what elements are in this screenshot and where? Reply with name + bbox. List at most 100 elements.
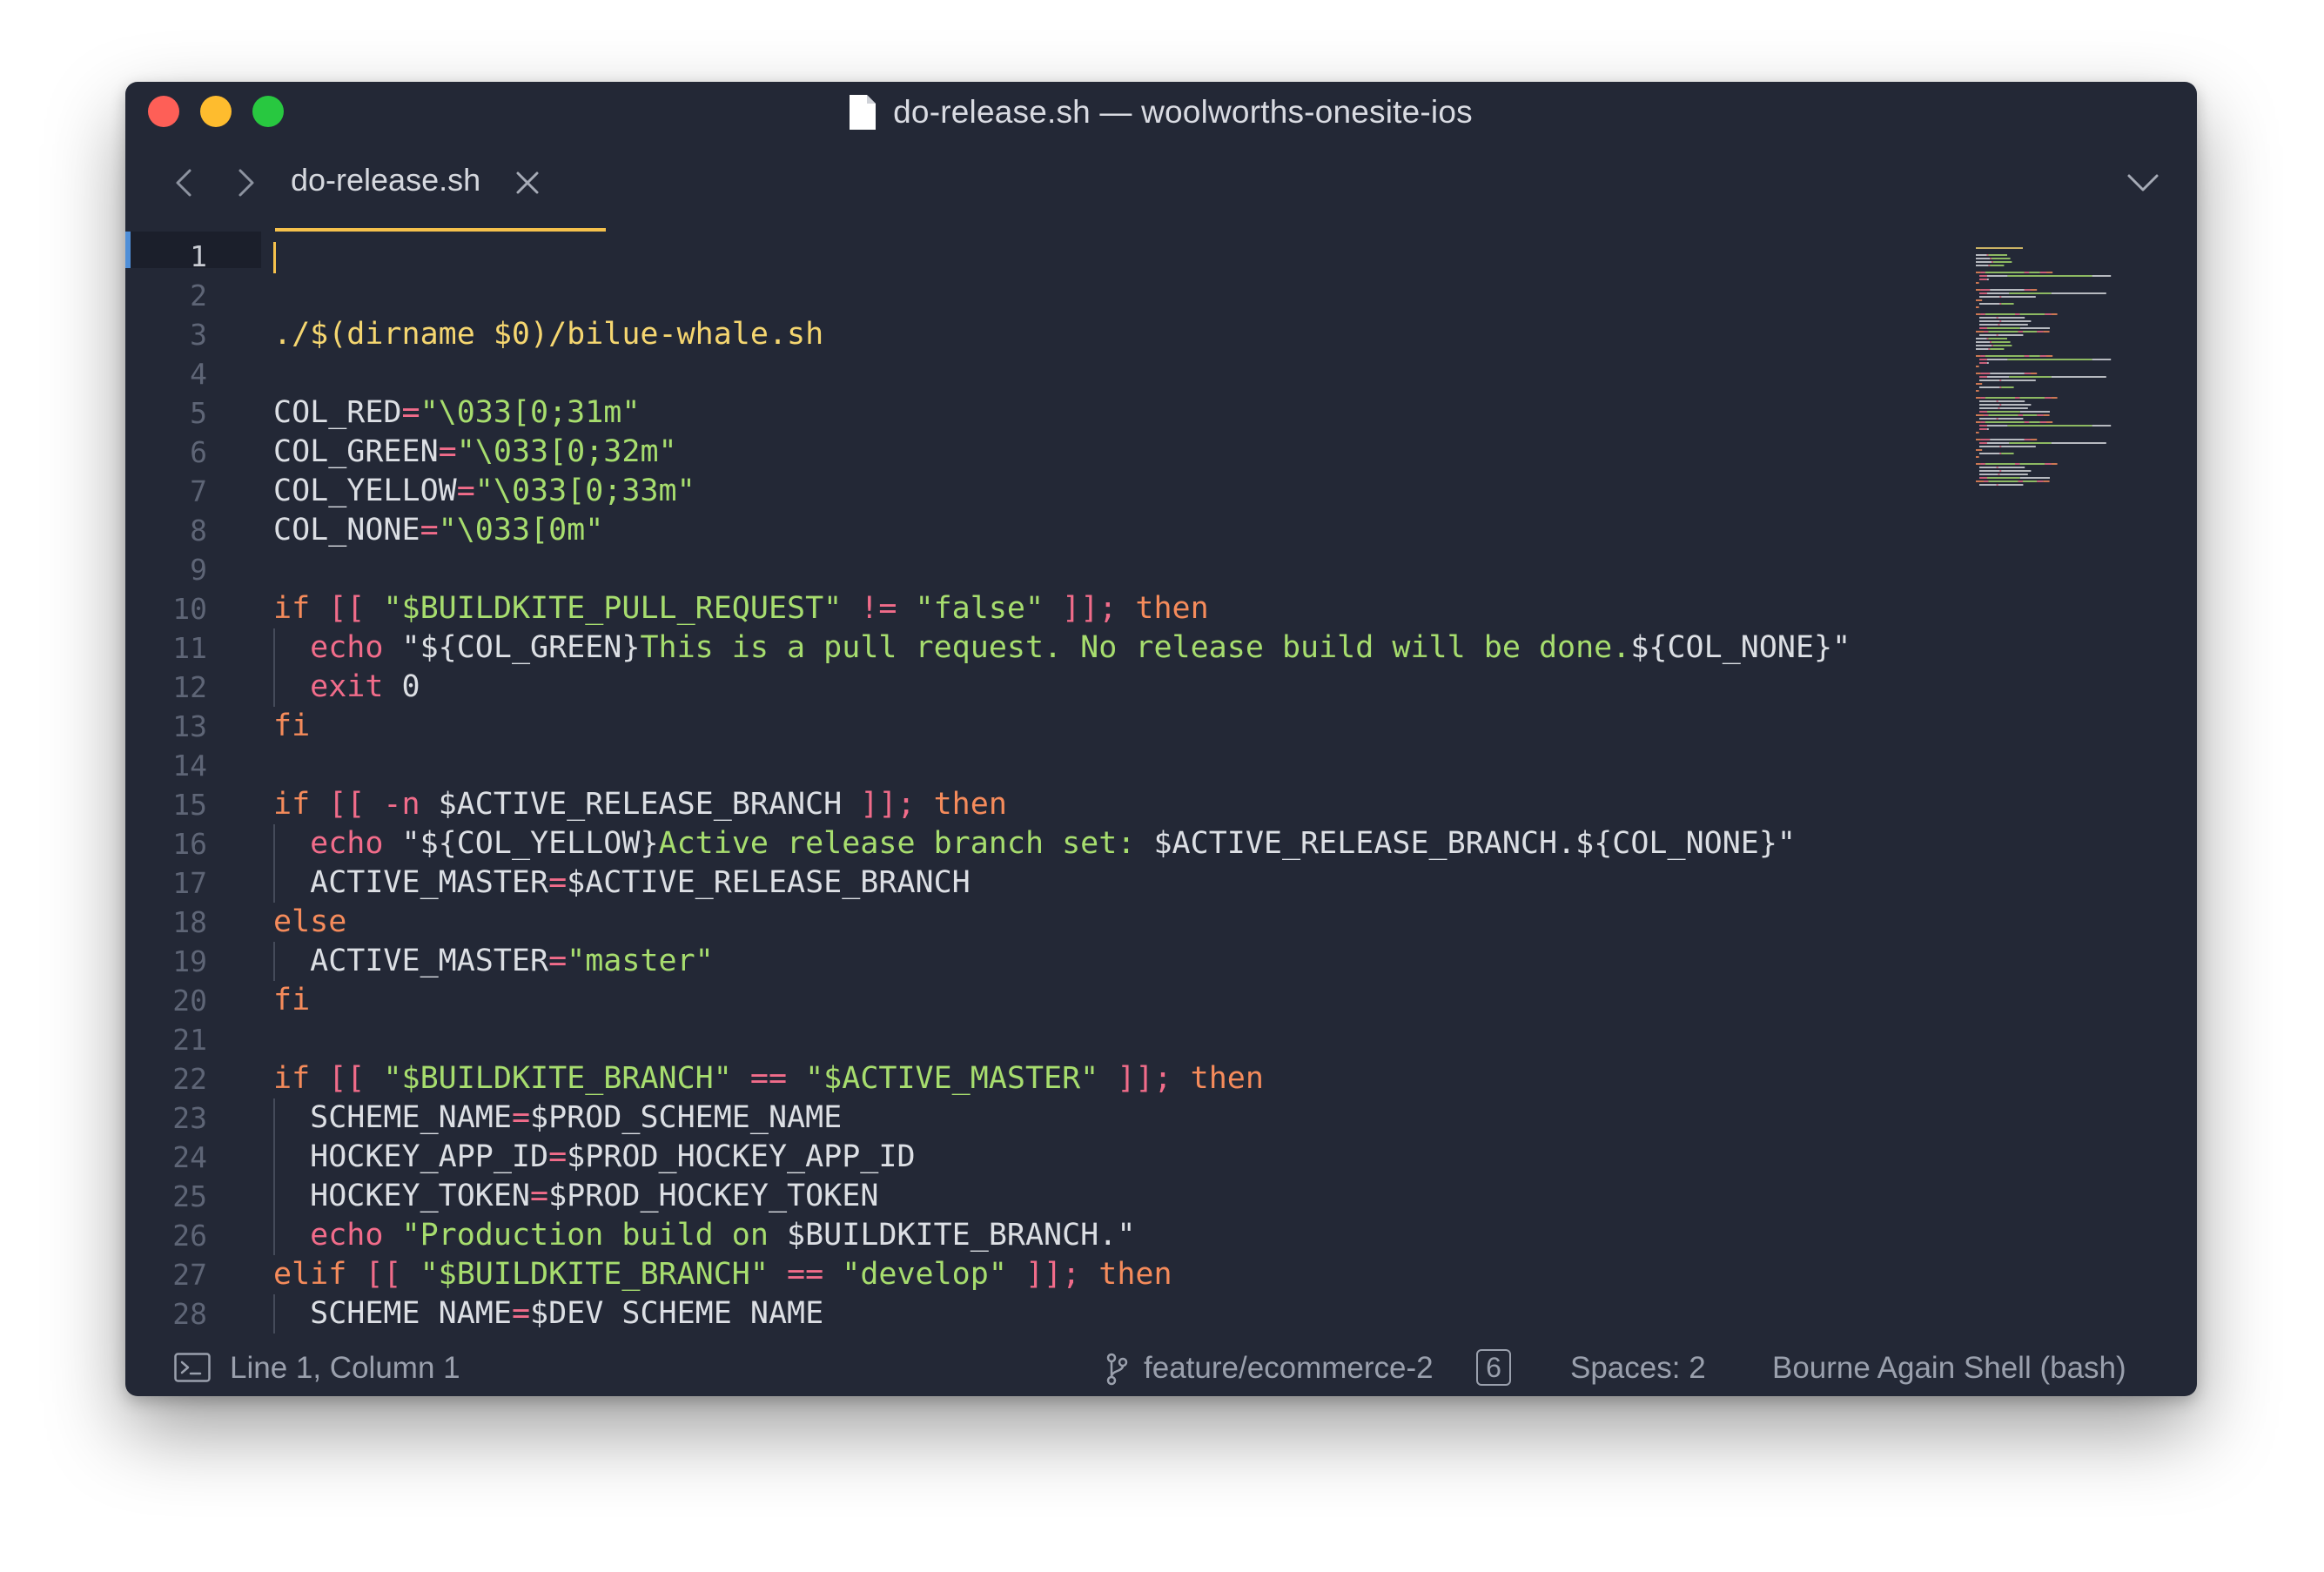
- chevron-down-icon[interactable]: [2124, 169, 2162, 197]
- minimap-segment: [1976, 355, 1981, 357]
- line-number: 21: [172, 1023, 207, 1057]
- code-line[interactable]: 27 elif [[ "$BUILDKITE_BRANCH" == "develo…: [125, 1255, 1953, 1294]
- file-icon: [850, 95, 877, 130]
- minimap-segment: [1998, 474, 2000, 475]
- code-line[interactable]: 25 HOCKEY_TOKEN=$PROD_HOCKEY_TOKEN: [125, 1177, 1953, 1216]
- minimap-segment: [1976, 421, 1981, 423]
- minimap-segment: [1979, 442, 1987, 444]
- code-token: Active release branch set:: [658, 826, 1154, 861]
- minimap-segment: [2001, 303, 2014, 305]
- minimap-segment: [2029, 272, 2040, 273]
- code-line[interactable]: 10 if [[ "$BUILDKITE_PULL_REQUEST" != "fa…: [125, 589, 1953, 628]
- code-text: ./$(dirname $0)/bilue-whale.sh: [273, 315, 823, 354]
- minimap-segment: [1976, 348, 1989, 350]
- git-branch[interactable]: feature/ecommerce-2: [1144, 1351, 1434, 1386]
- code-token: exit: [273, 669, 402, 704]
- code-line[interactable]: 17 ACTIVE_MASTER=$ACTIVE_RELEASE_BRANCH: [125, 863, 1953, 903]
- code-line[interactable]: 13 fi: [125, 707, 1953, 746]
- code-token: =: [548, 944, 568, 978]
- code-line[interactable]: 6 COL_GREEN="\033[0;32m": [125, 433, 1953, 472]
- code-line[interactable]: 2: [125, 276, 1953, 315]
- tab-do-release[interactable]: do-release.sh: [275, 143, 606, 226]
- code-token: fi: [273, 983, 311, 1018]
- code-line[interactable]: 1: [125, 237, 1953, 276]
- code-line[interactable]: 21: [125, 1020, 1953, 1059]
- code-line[interactable]: 4: [125, 354, 1953, 393]
- code-line[interactable]: 7 COL_YELLOW="\033[0;33m": [125, 472, 1953, 511]
- code-token: then: [1190, 1061, 1264, 1096]
- minimap[interactable]: [1974, 238, 2192, 761]
- code-line[interactable]: 9: [125, 550, 1953, 589]
- minimap-segment: [2029, 421, 2040, 423]
- minimap-segment: [1998, 334, 2024, 336]
- minimap-segment: [2045, 397, 2052, 399]
- code-line[interactable]: 8 COL_NONE="\033[0m": [125, 511, 1953, 550]
- code-line[interactable]: 12 exit 0: [125, 668, 1953, 707]
- code-text: SCHEME_NAME=$PROD_SCHEME_NAME: [273, 1098, 842, 1138]
- minimap-segment: [2001, 446, 2036, 447]
- code-line[interactable]: 14: [125, 746, 1953, 785]
- minimap-segment: [1998, 324, 2000, 326]
- minimap-segment: [1979, 317, 1997, 319]
- code-line[interactable]: 23 SCHEME_NAME=$PROD_SCHEME_NAME: [125, 1098, 1953, 1138]
- code-text: elif [[ "$BUILDKITE_BRANCH" == "develop"…: [273, 1255, 1172, 1294]
- terminal-icon[interactable]: [174, 1353, 211, 1382]
- code-token: $BUILDKITE_BRANCH.": [787, 1218, 1136, 1253]
- minimap-segment: [1979, 359, 1987, 360]
- minimap-segment: [2018, 480, 2023, 482]
- code-line[interactable]: 19 ACTIVE_MASTER="master": [125, 942, 1953, 981]
- minimap-segment: [1985, 313, 2015, 315]
- tab-bar: do-release.sh: [125, 143, 2197, 226]
- minimap-segment: [2045, 463, 2052, 465]
- minimap-segment: [1996, 317, 1998, 319]
- line-number: 6: [190, 435, 207, 469]
- minimap-segment: [1985, 397, 2015, 399]
- minimap-segment: [1979, 376, 1987, 378]
- cursor-position[interactable]: Line 1, Column 1: [230, 1351, 460, 1386]
- code-line[interactable]: 15 if [[ -n $ACTIVE_RELEASE_BRANCH ]]; th…: [125, 785, 1953, 824]
- code-line[interactable]: 20 fi: [125, 981, 1953, 1020]
- syntax-selector[interactable]: Bourne Again Shell (bash): [1772, 1351, 2126, 1386]
- minimap-segment: [2024, 439, 2031, 440]
- indentation-setting[interactable]: Spaces: 2: [1570, 1351, 1706, 1386]
- code-text: if [[ -n $ACTIVE_RELEASE_BRANCH ]]; then: [273, 785, 1007, 824]
- code-line[interactable]: 24 HOCKEY_APP_ID=$PROD_HOCKEY_APP_ID: [125, 1138, 1953, 1177]
- minimap-segment: [2051, 376, 2106, 378]
- chevron-right-icon[interactable]: [228, 164, 263, 202]
- code-line[interactable]: 3 ./$(dirname $0)/bilue-whale.sh: [125, 315, 1953, 354]
- minimap-segment: [1999, 380, 2002, 381]
- minimap-segment: [2043, 414, 2050, 416]
- minimap-segment: [1988, 254, 2007, 256]
- code-line[interactable]: 5 COL_RED="\033[0;31m": [125, 393, 1953, 433]
- code-line[interactable]: 11 echo "${COL_GREEN}This is a pull requ…: [125, 628, 1953, 668]
- minimap-segment: [1976, 449, 1983, 451]
- close-icon[interactable]: [514, 169, 541, 197]
- code-text: echo "${COL_GREEN}This is a pull request…: [273, 628, 1850, 668]
- minimap-segment: [1987, 292, 2010, 294]
- code-line[interactable]: 28 SCHEME NAME=$DEV SCHEME NAME: [125, 1294, 1953, 1334]
- code-token: =: [530, 1179, 549, 1213]
- minimap-segment: [1979, 296, 2000, 298]
- code-token: fi: [273, 709, 311, 743]
- minimap-segment: [2019, 411, 2050, 413]
- line-number: 22: [172, 1062, 207, 1096]
- minimap-segment: [1980, 355, 1985, 357]
- code-token: "develop": [842, 1257, 1007, 1292]
- minimap-segment: [1999, 324, 2028, 326]
- code-editor[interactable]: 1 2 3 ./$(dirname $0)/bilue-whale.sh 4 5 COL_R…: [125, 232, 1953, 1396]
- code-token: $DEV SCHEME NAME: [530, 1296, 824, 1331]
- code-token: COL_RED: [273, 395, 402, 430]
- minimap-segment: [1976, 414, 1984, 416]
- code-text: echo "Production build on $BUILDKITE_BRA…: [273, 1216, 1135, 1255]
- code-line[interactable]: 18 else: [125, 903, 1953, 942]
- code-line[interactable]: 22 if [[ "$BUILDKITE_BRANCH" == "$ACTIVE_…: [125, 1059, 1953, 1098]
- minimap-segment: [2019, 327, 2050, 329]
- code-line[interactable]: 26 echo "Production build on $BUILDKITE_…: [125, 1216, 1953, 1255]
- chevron-left-icon[interactable]: [167, 164, 202, 202]
- code-token: echo: [273, 826, 402, 861]
- code-token: "$BUILDKITE_PULL_REQUEST": [383, 591, 843, 626]
- line-number: 13: [172, 709, 207, 743]
- line-number: 9: [190, 553, 207, 587]
- minimap-segment: [2001, 296, 2036, 298]
- code-line[interactable]: 16 echo "${COL_YELLOW}Active release bra…: [125, 824, 1953, 863]
